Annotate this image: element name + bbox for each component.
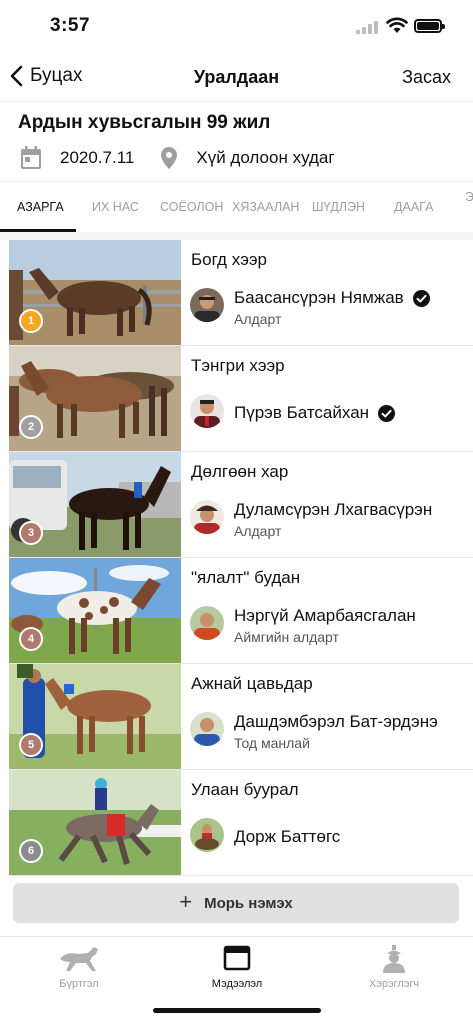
- add-horse-label: Морь нэмэх: [204, 894, 293, 912]
- verified-check-icon: [412, 289, 430, 307]
- owner-name-text: Дорж Баттөгс: [234, 827, 341, 846]
- owner-title: Алдарт: [234, 523, 282, 539]
- tab-user[interactable]: Хэрэглэгч: [315, 937, 473, 997]
- horse-name: Дөлгөөн хар: [191, 462, 289, 481]
- horse-name: Ажнай цавьдар: [191, 674, 313, 693]
- horse-photo: 2: [9, 346, 181, 451]
- avatar[interactable]: [190, 606, 224, 640]
- owner-name-text: Нэргүй Амарбаясгалан: [234, 606, 416, 625]
- owner-name-text: Дашдэмбэрэл Бат-эрдэнэ: [234, 712, 438, 731]
- horse-photo: 3: [9, 452, 181, 557]
- tab-soyolon[interactable]: СОЁОЛОН: [160, 200, 223, 214]
- cellular-signal-icon: [356, 20, 380, 34]
- tab-label: Хэрэглэгч: [368, 978, 420, 990]
- owner-name-text: Дуламсүрэн Лхагвасүрэн: [234, 500, 433, 519]
- back-button[interactable]: Буцах: [8, 64, 83, 88]
- horse-photo: 4: [9, 558, 181, 663]
- horse-name: Улаан буурал: [191, 780, 299, 799]
- rank-badge: 6: [19, 839, 43, 863]
- navigation-bar: Буцах Уралдаан Засах: [0, 52, 473, 102]
- tab-news[interactable]: Мэдээлэл: [158, 937, 316, 997]
- race-meta: 2020.7.11 Хүй долоон худаг: [20, 146, 335, 170]
- horse-photo: 5: [9, 664, 181, 769]
- race-location: Хүй долоон худаг: [196, 148, 335, 167]
- owner-name: Баасансүрэн Нямжав: [234, 288, 430, 308]
- tab-label: Бүртгэл: [59, 978, 99, 990]
- tab-khyazaalan[interactable]: ХЯЗААЛАН: [232, 200, 299, 214]
- category-tabs: АЗАРГА ИХ НАС СОЁОЛОН ХЯЗААЛАН ШҮДЛЭН ДА…: [0, 182, 473, 232]
- back-label: Буцах: [30, 65, 83, 86]
- horse-row[interactable]: 3 Дөлгөөн хар Дуламсүрэн Лхагвасүрэн Алд…: [9, 452, 473, 558]
- owner-name: Нэргүй Амарбаясгалан: [234, 606, 416, 626]
- tab-label: Мэдээлэл: [211, 978, 263, 990]
- race-title: Ардын хувьсгалын 99 жил: [18, 112, 271, 133]
- race-header: Ардын хувьсгалын 99 жил 2020.7.11 Хүй до…: [0, 102, 473, 182]
- battery-icon: [414, 19, 445, 33]
- rank-badge: 1: [19, 309, 43, 333]
- avatar[interactable]: [190, 818, 224, 852]
- verified-check-icon: [378, 404, 396, 422]
- horse-row[interactable]: 5 Ажнай цавьдар Дашдэмбэрэл Бат-эрдэнэ Т…: [9, 664, 473, 770]
- avatar[interactable]: [190, 712, 224, 746]
- horse-list: 1 Богд хээр Баасансүрэн Нямжав Алдарт 2 …: [9, 240, 473, 876]
- rank-badge: 2: [19, 415, 43, 439]
- tab-registration[interactable]: Бүртгэл: [0, 937, 158, 997]
- list-separator: [0, 232, 473, 240]
- avatar[interactable]: [190, 394, 224, 428]
- tab-more[interactable]: Э: [465, 190, 473, 204]
- chevron-left-icon: [10, 65, 23, 87]
- tab-shudlen[interactable]: ШҮДЛЭН: [312, 200, 365, 214]
- user-icon: [383, 945, 405, 973]
- horse-row[interactable]: 4 "ялалт" будан Нэргүй Амарбаясгалан Айм…: [9, 558, 473, 664]
- owner-title: Алдарт: [234, 311, 282, 327]
- tab-daaga[interactable]: ДААГА: [394, 200, 433, 214]
- owner-name: Дуламсүрэн Лхагвасүрэн: [234, 500, 432, 520]
- horse-row[interactable]: 1 Богд хээр Баасансүрэн Нямжав Алдарт: [9, 240, 473, 346]
- horse-name: Тэнгри хээр: [191, 356, 285, 375]
- race-date: 2020.7.11: [60, 148, 135, 167]
- horse-photo: 6: [9, 770, 181, 875]
- owner-name-text: Пүрэв Батсайхан: [234, 403, 370, 422]
- owner-name: Дорж Баттөгс: [234, 827, 340, 847]
- owner-name-text: Баасансүрэн Нямжав: [234, 288, 404, 307]
- owner-title: Тод манлай: [234, 735, 310, 751]
- tab-ikh-nas[interactable]: ИХ НАС: [92, 200, 139, 214]
- home-indicator: [153, 1008, 321, 1013]
- rank-badge: 4: [19, 627, 43, 651]
- horse-row[interactable]: 2 Тэнгри хээр Пүрэв Батсайхан: [9, 346, 473, 452]
- browser-window-icon: [223, 945, 251, 971]
- edit-button[interactable]: Засах: [402, 67, 451, 88]
- rank-badge: 5: [19, 733, 43, 757]
- add-horse-button[interactable]: + Морь нэмэх: [13, 883, 459, 923]
- avatar[interactable]: [190, 288, 224, 322]
- status-time: 3:57: [50, 15, 91, 36]
- horse-name: Богд хээр: [191, 250, 267, 269]
- tab-azarga[interactable]: АЗАРГА: [17, 200, 64, 214]
- avatar[interactable]: [190, 500, 224, 534]
- rank-badge: 3: [19, 521, 43, 545]
- horse-row[interactable]: 6 Улаан буурал Дорж Баттөгс: [9, 770, 473, 876]
- wifi-icon: [386, 17, 408, 33]
- owner-title: Аймгийн алдарт: [234, 629, 339, 645]
- status-bar: 3:57: [0, 0, 473, 52]
- horse-name: "ялалт" будан: [191, 568, 301, 587]
- owner-name: Дашдэмбэрэл Бат-эрдэнэ: [234, 712, 438, 732]
- horse-icon: [60, 947, 98, 971]
- owner-name: Пүрэв Батсайхан: [234, 403, 396, 423]
- location-pin-icon: [161, 147, 178, 169]
- calendar-icon: [21, 146, 41, 169]
- plus-icon: +: [179, 888, 193, 914]
- horse-photo: 1: [9, 240, 181, 345]
